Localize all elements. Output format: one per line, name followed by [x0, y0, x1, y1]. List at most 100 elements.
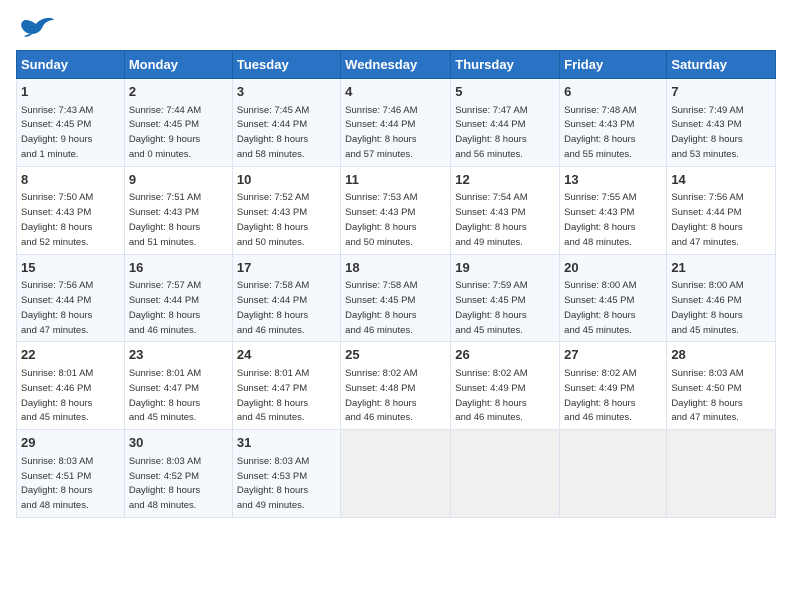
day-number: 28 [671, 346, 771, 364]
day-number: 18 [345, 259, 446, 277]
day-info: Sunrise: 7:54 AMSunset: 4:43 PMDaylight:… [455, 192, 527, 247]
day-number: 21 [671, 259, 771, 277]
calendar-cell: 18 Sunrise: 7:58 AMSunset: 4:45 PMDayligh… [341, 254, 451, 342]
calendar-cell: 19 Sunrise: 7:59 AMSunset: 4:45 PMDayligh… [451, 254, 560, 342]
calendar-cell [341, 430, 451, 518]
day-info: Sunrise: 7:55 AMSunset: 4:43 PMDaylight:… [564, 192, 636, 247]
calendar-cell: 1 Sunrise: 7:43 AMSunset: 4:45 PMDaylight… [17, 79, 125, 167]
day-number: 8 [21, 171, 120, 189]
calendar-week-3: 15 Sunrise: 7:56 AMSunset: 4:44 PMDayligh… [17, 254, 776, 342]
day-number: 25 [345, 346, 446, 364]
day-number: 31 [237, 434, 336, 452]
day-number: 6 [564, 83, 662, 101]
calendar-cell: 16 Sunrise: 7:57 AMSunset: 4:44 PMDayligh… [124, 254, 232, 342]
calendar-cell: 21 Sunrise: 8:00 AMSunset: 4:46 PMDayligh… [667, 254, 776, 342]
day-info: Sunrise: 7:51 AMSunset: 4:43 PMDaylight:… [129, 192, 201, 247]
calendar-cell [667, 430, 776, 518]
day-info: Sunrise: 8:02 AMSunset: 4:48 PMDaylight:… [345, 368, 417, 423]
day-info: Sunrise: 8:00 AMSunset: 4:46 PMDaylight:… [671, 280, 743, 335]
calendar-cell: 6 Sunrise: 7:48 AMSunset: 4:43 PMDaylight… [560, 79, 667, 167]
day-info: Sunrise: 7:46 AMSunset: 4:44 PMDaylight:… [345, 105, 417, 160]
day-number: 22 [21, 346, 120, 364]
day-info: Sunrise: 7:48 AMSunset: 4:43 PMDaylight:… [564, 105, 636, 160]
day-number: 16 [129, 259, 228, 277]
calendar-cell: 26Sunrise: 8:02 AMSunset: 4:49 PMDayligh… [451, 342, 560, 430]
page-container: SundayMondayTuesdayWednesdayThursdayFrid… [0, 0, 792, 526]
day-number: 29 [21, 434, 120, 452]
weekday-header-row: SundayMondayTuesdayWednesdayThursdayFrid… [17, 51, 776, 79]
day-info: Sunrise: 8:03 AMSunset: 4:50 PMDaylight:… [671, 368, 743, 423]
weekday-header-monday: Monday [124, 51, 232, 79]
calendar-cell: 5Sunrise: 7:47 AMSunset: 4:44 PMDaylight… [451, 79, 560, 167]
day-number: 20 [564, 259, 662, 277]
calendar-cell: 25 Sunrise: 8:02 AMSunset: 4:48 PMDayligh… [341, 342, 451, 430]
calendar-cell: 22 Sunrise: 8:01 AMSunset: 4:46 PMDayligh… [17, 342, 125, 430]
day-number: 11 [345, 171, 446, 189]
calendar-cell: 7 Sunrise: 7:49 AMSunset: 4:43 PMDaylight… [667, 79, 776, 167]
day-info: Sunrise: 8:02 AMSunset: 4:49 PMDaylight:… [564, 368, 636, 423]
day-info: Sunrise: 8:03 AMSunset: 4:53 PMDaylight:… [237, 456, 309, 511]
day-number: 10 [237, 171, 336, 189]
day-number: 4 [345, 83, 446, 101]
day-number: 7 [671, 83, 771, 101]
calendar-cell: 2 Sunrise: 7:44 AMSunset: 4:45 PMDaylight… [124, 79, 232, 167]
day-info: Sunrise: 7:52 AMSunset: 4:43 PMDaylight:… [237, 192, 309, 247]
weekday-header-friday: Friday [560, 51, 667, 79]
calendar-cell: 17Sunrise: 7:58 AMSunset: 4:44 PMDayligh… [232, 254, 340, 342]
calendar-cell: 9 Sunrise: 7:51 AMSunset: 4:43 PMDaylight… [124, 166, 232, 254]
day-info: Sunrise: 7:43 AMSunset: 4:45 PMDaylight:… [21, 105, 93, 160]
day-info: Sunrise: 7:53 AMSunset: 4:43 PMDaylight:… [345, 192, 417, 247]
calendar-cell: 3Sunrise: 7:45 AMSunset: 4:44 PMDaylight… [232, 79, 340, 167]
day-info: Sunrise: 8:03 AMSunset: 4:52 PMDaylight:… [129, 456, 201, 511]
day-info: Sunrise: 8:00 AMSunset: 4:45 PMDaylight:… [564, 280, 636, 335]
day-info: Sunrise: 8:01 AMSunset: 4:46 PMDaylight:… [21, 368, 93, 423]
day-number: 27 [564, 346, 662, 364]
day-number: 3 [237, 83, 336, 101]
calendar-cell: 15 Sunrise: 7:56 AMSunset: 4:44 PMDayligh… [17, 254, 125, 342]
calendar-body: 1 Sunrise: 7:43 AMSunset: 4:45 PMDaylight… [17, 79, 776, 518]
day-info: Sunrise: 8:01 AMSunset: 4:47 PMDaylight:… [129, 368, 201, 423]
calendar-cell: 10 Sunrise: 7:52 AMSunset: 4:43 PMDayligh… [232, 166, 340, 254]
day-info: Sunrise: 7:58 AMSunset: 4:45 PMDaylight:… [345, 280, 417, 335]
day-number: 12 [455, 171, 555, 189]
day-info: Sunrise: 8:03 AMSunset: 4:51 PMDaylight:… [21, 456, 93, 511]
day-number: 9 [129, 171, 228, 189]
day-number: 23 [129, 346, 228, 364]
day-number: 2 [129, 83, 228, 101]
day-info: Sunrise: 7:56 AMSunset: 4:44 PMDaylight:… [671, 192, 743, 247]
day-info: Sunrise: 7:57 AMSunset: 4:44 PMDaylight:… [129, 280, 201, 335]
day-info: Sunrise: 7:50 AMSunset: 4:43 PMDaylight:… [21, 192, 93, 247]
day-info: Sunrise: 7:56 AMSunset: 4:44 PMDaylight:… [21, 280, 93, 335]
logo [16, 16, 54, 38]
calendar-cell: 13 Sunrise: 7:55 AMSunset: 4:43 PMDayligh… [560, 166, 667, 254]
calendar-cell: 23 Sunrise: 8:01 AMSunset: 4:47 PMDayligh… [124, 342, 232, 430]
calendar-cell: 20 Sunrise: 8:00 AMSunset: 4:45 PMDayligh… [560, 254, 667, 342]
calendar-cell: 28 Sunrise: 8:03 AMSunset: 4:50 PMDayligh… [667, 342, 776, 430]
day-info: Sunrise: 7:49 AMSunset: 4:43 PMDaylight:… [671, 105, 743, 160]
day-number: 13 [564, 171, 662, 189]
day-number: 1 [21, 83, 120, 101]
day-number: 30 [129, 434, 228, 452]
weekday-header-sunday: Sunday [17, 51, 125, 79]
day-number: 14 [671, 171, 771, 189]
weekday-header-wednesday: Wednesday [341, 51, 451, 79]
calendar-table: SundayMondayTuesdayWednesdayThursdayFrid… [16, 50, 776, 518]
day-info: Sunrise: 7:59 AMSunset: 4:45 PMDaylight:… [455, 280, 527, 335]
day-info: Sunrise: 8:01 AMSunset: 4:47 PMDaylight:… [237, 368, 309, 423]
calendar-cell: 4 Sunrise: 7:46 AMSunset: 4:44 PMDaylight… [341, 79, 451, 167]
calendar-header: SundayMondayTuesdayWednesdayThursdayFrid… [17, 51, 776, 79]
calendar-cell: 27 Sunrise: 8:02 AMSunset: 4:49 PMDayligh… [560, 342, 667, 430]
calendar-week-5: 29 Sunrise: 8:03 AMSunset: 4:51 PMDayligh… [17, 430, 776, 518]
calendar-cell: 14 Sunrise: 7:56 AMSunset: 4:44 PMDayligh… [667, 166, 776, 254]
day-info: Sunrise: 7:44 AMSunset: 4:45 PMDaylight:… [129, 105, 201, 160]
day-number: 15 [21, 259, 120, 277]
day-info: Sunrise: 7:47 AMSunset: 4:44 PMDaylight:… [455, 105, 527, 160]
header [16, 16, 776, 38]
day-info: Sunrise: 8:02 AMSunset: 4:49 PMDaylight:… [455, 368, 527, 423]
day-number: 19 [455, 259, 555, 277]
calendar-week-2: 8 Sunrise: 7:50 AMSunset: 4:43 PMDaylight… [17, 166, 776, 254]
calendar-cell: 11 Sunrise: 7:53 AMSunset: 4:43 PMDayligh… [341, 166, 451, 254]
calendar-cell: 30 Sunrise: 8:03 AMSunset: 4:52 PMDayligh… [124, 430, 232, 518]
calendar-cell: 12 Sunrise: 7:54 AMSunset: 4:43 PMDayligh… [451, 166, 560, 254]
day-info: Sunrise: 7:58 AMSunset: 4:44 PMDaylight:… [237, 280, 309, 335]
